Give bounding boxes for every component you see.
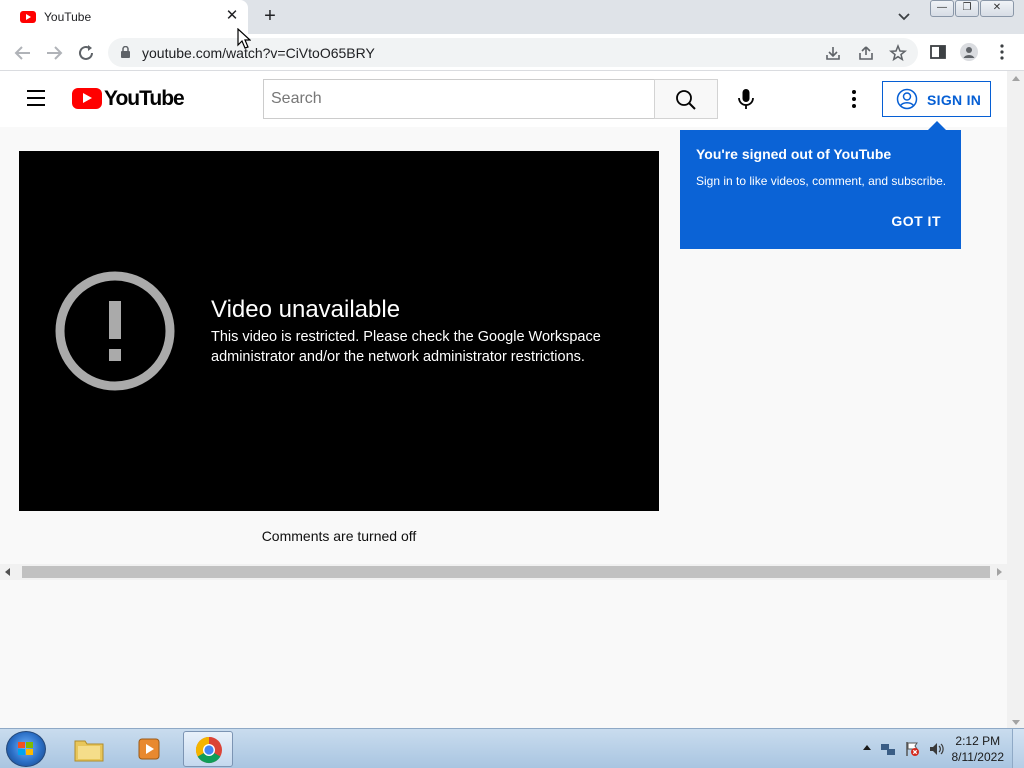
share-icon[interactable]: [857, 44, 875, 62]
chrome-icon: [195, 736, 222, 764]
scroll-down-icon[interactable]: [1012, 720, 1020, 725]
taskbar-explorer[interactable]: [64, 731, 114, 767]
error-message: This video is restricted. Please check t…: [211, 329, 601, 365]
volume-icon[interactable]: [928, 741, 944, 757]
comments-status: Comments are turned off: [261, 528, 417, 544]
forward-icon[interactable]: [43, 42, 65, 64]
tab-search-icon[interactable]: [896, 10, 912, 24]
system-tray: 2:12 PM 8/11/2022: [834, 729, 1024, 768]
youtube-logo-text[interactable]: YouTube: [104, 87, 185, 111]
install-icon[interactable]: [824, 44, 842, 62]
action-center-flag-icon[interactable]: [904, 741, 920, 757]
media-player-icon: [138, 738, 160, 760]
window-controls: — ❐ ✕: [930, 0, 1014, 17]
windows-logo-icon: [18, 742, 33, 755]
tab-title: YouTube: [44, 10, 92, 24]
page-viewport: YouTube SIGN IN You're signed out of You…: [0, 71, 1007, 728]
clock-date: 8/11/2022: [951, 750, 1005, 764]
youtube-logo-icon[interactable]: [72, 88, 102, 109]
search-button[interactable]: [654, 79, 718, 119]
back-icon[interactable]: [12, 42, 34, 64]
search-icon: [676, 90, 696, 110]
scroll-right-icon[interactable]: [997, 568, 1002, 576]
restore-button[interactable]: ❐: [955, 0, 979, 17]
warning-icon: [55, 271, 175, 391]
error-title: Video unavailable: [211, 296, 401, 323]
show-desktop-button[interactable]: [1012, 729, 1024, 768]
browser-toolbar: youtube.com/watch?v=CiVtoO65BRY: [0, 34, 1024, 71]
tooltip-title: You're signed out of YouTube: [696, 146, 892, 162]
got-it-button[interactable]: GOT IT: [891, 213, 941, 229]
sign-in-button[interactable]: SIGN IN: [882, 81, 991, 117]
search-input[interactable]: [263, 79, 655, 119]
mic-icon[interactable]: [732, 85, 760, 113]
browser-tabstrip: YouTube ✕ + — ❐ ✕: [0, 0, 1024, 34]
taskbar-media-player[interactable]: [124, 731, 174, 767]
tab-close-icon[interactable]: ✕: [224, 8, 240, 24]
clock-time: 2:12 PM: [955, 734, 1001, 748]
youtube-header: YouTube SIGN IN: [0, 71, 1007, 127]
vertical-scrollbar[interactable]: [1007, 71, 1024, 728]
lock-icon[interactable]: [121, 46, 130, 58]
reload-icon[interactable]: [75, 42, 97, 64]
folder-icon: [74, 740, 104, 762]
profile-icon[interactable]: [960, 43, 978, 61]
account-icon: [896, 88, 918, 110]
signed-out-tooltip: You're signed out of YouTube Sign in to …: [680, 121, 961, 249]
network-icon[interactable]: [880, 741, 896, 757]
mouse-cursor-icon: [237, 28, 251, 49]
horizontal-scrollbar[interactable]: [0, 564, 1007, 580]
tab-youtube[interactable]: YouTube ✕: [0, 0, 248, 34]
youtube-favicon-icon: [20, 11, 36, 23]
tooltip-body: Sign in to like videos, comment, and sub…: [696, 174, 947, 188]
address-bar[interactable]: youtube.com/watch?v=CiVtoO65BRY: [108, 38, 918, 67]
windows-taskbar: 2:12 PM 8/11/2022: [0, 728, 1024, 768]
video-player[interactable]: Video unavailable This video is restrict…: [19, 151, 659, 511]
kebab-icon[interactable]: [844, 87, 864, 111]
address-url[interactable]: youtube.com/watch?v=CiVtoO65BRY: [142, 45, 375, 61]
minimize-button[interactable]: —: [930, 0, 954, 17]
menu-icon[interactable]: [27, 90, 45, 106]
start-button[interactable]: [6, 731, 46, 767]
side-panel-icon[interactable]: [929, 43, 947, 61]
chrome-menu-icon[interactable]: [993, 43, 1011, 61]
star-icon[interactable]: [889, 44, 907, 62]
sign-in-label: SIGN IN: [927, 92, 982, 108]
tray-expand-icon[interactable]: [862, 743, 872, 751]
scroll-up-icon[interactable]: [1012, 76, 1020, 81]
scroll-left-icon[interactable]: [5, 568, 10, 576]
new-tab-button[interactable]: +: [260, 6, 280, 26]
taskbar-chrome[interactable]: [183, 731, 233, 767]
horizontal-scroll-thumb[interactable]: [22, 566, 990, 578]
taskbar-clock[interactable]: 2:12 PM 8/11/2022: [952, 733, 1005, 765]
window-close-button[interactable]: ✕: [980, 0, 1014, 17]
